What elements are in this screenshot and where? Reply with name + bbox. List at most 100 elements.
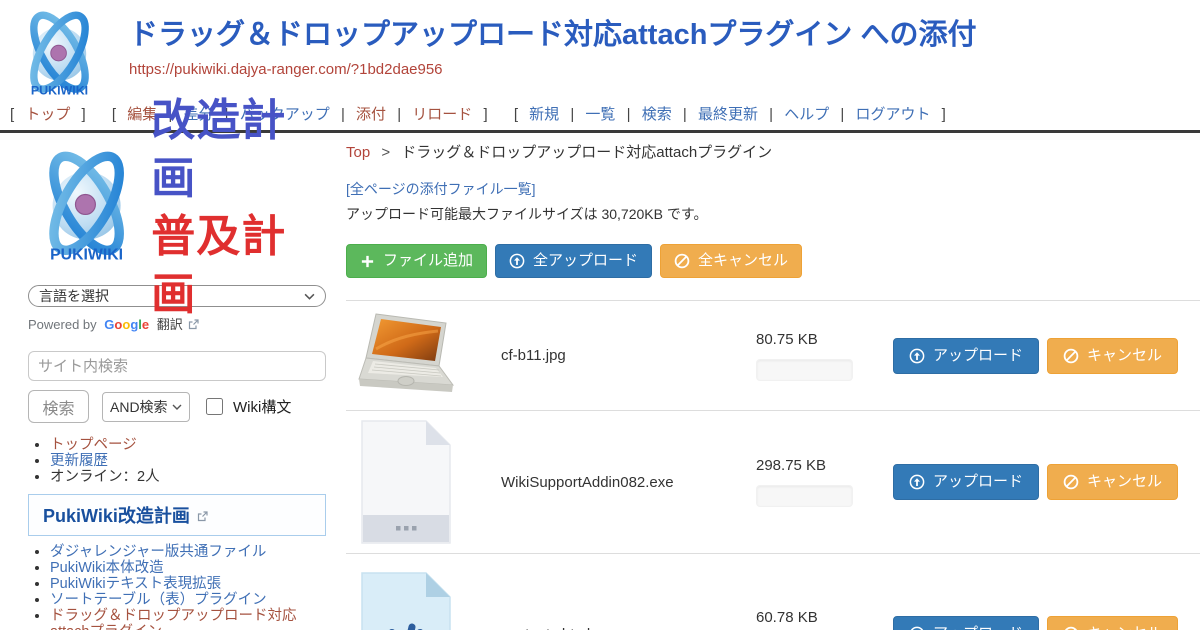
sidebar-item-top-page[interactable]: トップページ [50, 437, 137, 453]
search-mode-value: AND検索 [110, 397, 168, 417]
plus-icon [360, 254, 375, 269]
file-size: 80.75 KB [756, 331, 875, 348]
file-size: 60.78 KB [756, 609, 875, 626]
sidebar-logo-text: 改造計画 普及計画 [151, 92, 330, 324]
all-attachments-link[interactable]: [全ページの添付ファイル一覧] [346, 179, 536, 199]
search-mode-select[interactable]: AND検索 [102, 392, 190, 422]
search-button[interactable]: 検索 [28, 390, 89, 423]
upload-button[interactable]: アップロード [893, 464, 1039, 500]
pukiwiki-atom-icon: PUKIWIKI [12, 8, 107, 100]
html-file-icon [356, 571, 456, 630]
nav-attach[interactable]: 添付 [356, 106, 386, 123]
file-size-cell: 60.78 KB [756, 609, 875, 630]
cancel-button[interactable]: キャンセル [1047, 338, 1178, 374]
sidebar-site-box[interactable]: PukiWiki改造計画 [28, 494, 326, 536]
pukiwiki-page: PUKIWIKI ドラッグ＆ドロップアップロード対応attachプラグイン への… [0, 0, 1200, 630]
upload-circle-icon [909, 626, 925, 630]
nav-help[interactable]: ヘルプ [784, 106, 829, 123]
nav-new[interactable]: 新規 [529, 106, 559, 123]
main-content: Top > ドラッグ＆ドロップアップロード対応attachプラグイン [全ページ… [346, 133, 1200, 630]
upload-label: アップロード [933, 473, 1023, 491]
sidebar-page-links: ダジャレンジャー版共通ファイル PukiWiki本体改造 PukiWikiテキス… [28, 544, 330, 630]
nav-top[interactable]: トップ [25, 106, 70, 123]
list-item: PukiWiki本体改造 [50, 560, 330, 576]
bracket: [ [514, 106, 518, 123]
sidebar-item-common-files[interactable]: ダジャレンジャー版共通ファイル [50, 544, 266, 560]
sidebar-item-sort-table[interactable]: ソートテーブル（表）プラグイン [50, 592, 267, 608]
sidebar-logo[interactable]: PUKIWIKI 改造計画 普及計画 [28, 143, 330, 273]
cancel-button[interactable]: キャンセル [1047, 464, 1178, 500]
max-upload-size-text: アップロード可能最大ファイルサイズは 30,720KB です。 [346, 204, 1200, 224]
bracket: ] [82, 106, 86, 123]
logo-line-kaizou: 改造計画 [151, 92, 330, 208]
upload-label: アップロード [933, 625, 1023, 630]
upload-button[interactable]: アップロード [893, 338, 1039, 374]
cancel-all-label: 全キャンセル [698, 252, 788, 270]
file-name: contents.html [501, 626, 756, 630]
nav-reload[interactable]: リロード [412, 106, 472, 123]
search-controls: 検索 AND検索 Wiki構文 [28, 390, 330, 423]
language-select-value: 言語を選択 [39, 286, 109, 306]
upload-all-button[interactable]: 全アップロード [495, 244, 652, 278]
upload-circle-icon [909, 474, 925, 490]
breadcrumb-home[interactable]: Top [346, 144, 370, 161]
file-name: cf-b11.jpg [501, 347, 756, 364]
online-count: オンライン：2人 [50, 469, 330, 485]
header: PUKIWIKI ドラッグ＆ドロップアップロード対応attachプラグイン への… [0, 0, 1200, 98]
google-letter: G [104, 317, 114, 332]
cancel-all-button[interactable]: 全キャンセル [660, 244, 802, 278]
list-item: PukiWikiテキスト表現拡張 [50, 576, 330, 592]
file-thumbnail-cell [346, 419, 501, 545]
file-row: WikiSupportAddin082.exe 298.75 KB [346, 410, 1200, 553]
wiki-syntax-label: Wiki構文 [233, 396, 291, 417]
sidebar-item-core-mod[interactable]: PukiWiki本体改造 [50, 560, 164, 576]
breadcrumb-current: ドラッグ＆ドロップアップロード対応attachプラグイン [401, 144, 772, 161]
sidebar-item-update-history[interactable]: 更新履歴 [50, 453, 108, 469]
upload-circle-icon [909, 348, 925, 364]
separator: | [570, 106, 574, 123]
sidebar-site-box-link[interactable]: PukiWiki改造計画 [43, 506, 190, 526]
ban-icon [1063, 348, 1079, 364]
upload-toolbar: ファイル追加 全アップロード 全キャンセル [346, 244, 1200, 278]
page-url[interactable]: https://pukiwiki.dajya-ranger.com/?1bd2d… [129, 61, 976, 78]
external-link-icon [188, 319, 199, 330]
nav-search[interactable]: 検索 [642, 106, 672, 123]
cancel-label: キャンセル [1087, 473, 1162, 491]
file-name: WikiSupportAddin082.exe [501, 474, 756, 491]
file-actions: アップロード キャンセル [893, 464, 1178, 500]
list-item: トップページ [50, 437, 330, 453]
upload-button[interactable]: アップロード [893, 616, 1039, 630]
add-file-button[interactable]: ファイル追加 [346, 244, 487, 278]
separator: | [397, 106, 401, 123]
ban-icon [1063, 626, 1079, 630]
breadcrumb: Top > ドラッグ＆ドロップアップロード対応attachプラグイン [346, 141, 1200, 162]
upload-progress-bar [756, 485, 853, 507]
external-link-icon [197, 511, 208, 522]
upload-progress-bar [756, 359, 853, 381]
nav-logout[interactable]: ログアウト [855, 106, 930, 123]
separator: | [683, 106, 687, 123]
sidebar-item-text-ext[interactable]: PukiWikiテキスト表現拡張 [50, 576, 221, 592]
nav-recent[interactable]: 最終更新 [698, 106, 758, 123]
translate-text: 翻訳 [157, 317, 183, 332]
bracket: [ [10, 106, 14, 123]
cancel-button[interactable]: キャンセル [1047, 616, 1178, 630]
site-search-input[interactable] [28, 351, 326, 381]
file-actions: アップロード キャンセル [893, 616, 1178, 630]
pukiwiki-logo[interactable]: PUKIWIKI [12, 8, 107, 105]
nav-list[interactable]: 一覧 [585, 106, 615, 123]
google-letter: e [142, 317, 149, 332]
add-file-label: ファイル追加 [383, 252, 473, 270]
sidebar-item-dnd-attach[interactable]: ドラッグ＆ドロップアップロード対応attachプラグイン [50, 608, 297, 630]
laptop-photo-thumbnail [356, 311, 461, 401]
separator: | [627, 106, 631, 123]
ban-icon [1063, 474, 1079, 490]
file-row: contents.html 60.78 KB アップロード [346, 553, 1200, 630]
pukiwiki-brand-text: PUKIWIKI [31, 83, 88, 97]
file-thumbnail-cell [346, 571, 501, 630]
generic-file-icon [356, 419, 456, 545]
upload-all-label: 全アップロード [533, 252, 638, 270]
sidebar: PUKIWIKI 改造計画 普及計画 言語を選択 Powered by Goog… [28, 133, 330, 630]
list-item: ダジャレンジャー版共通ファイル [50, 544, 330, 560]
wiki-syntax-checkbox[interactable] [206, 398, 223, 415]
